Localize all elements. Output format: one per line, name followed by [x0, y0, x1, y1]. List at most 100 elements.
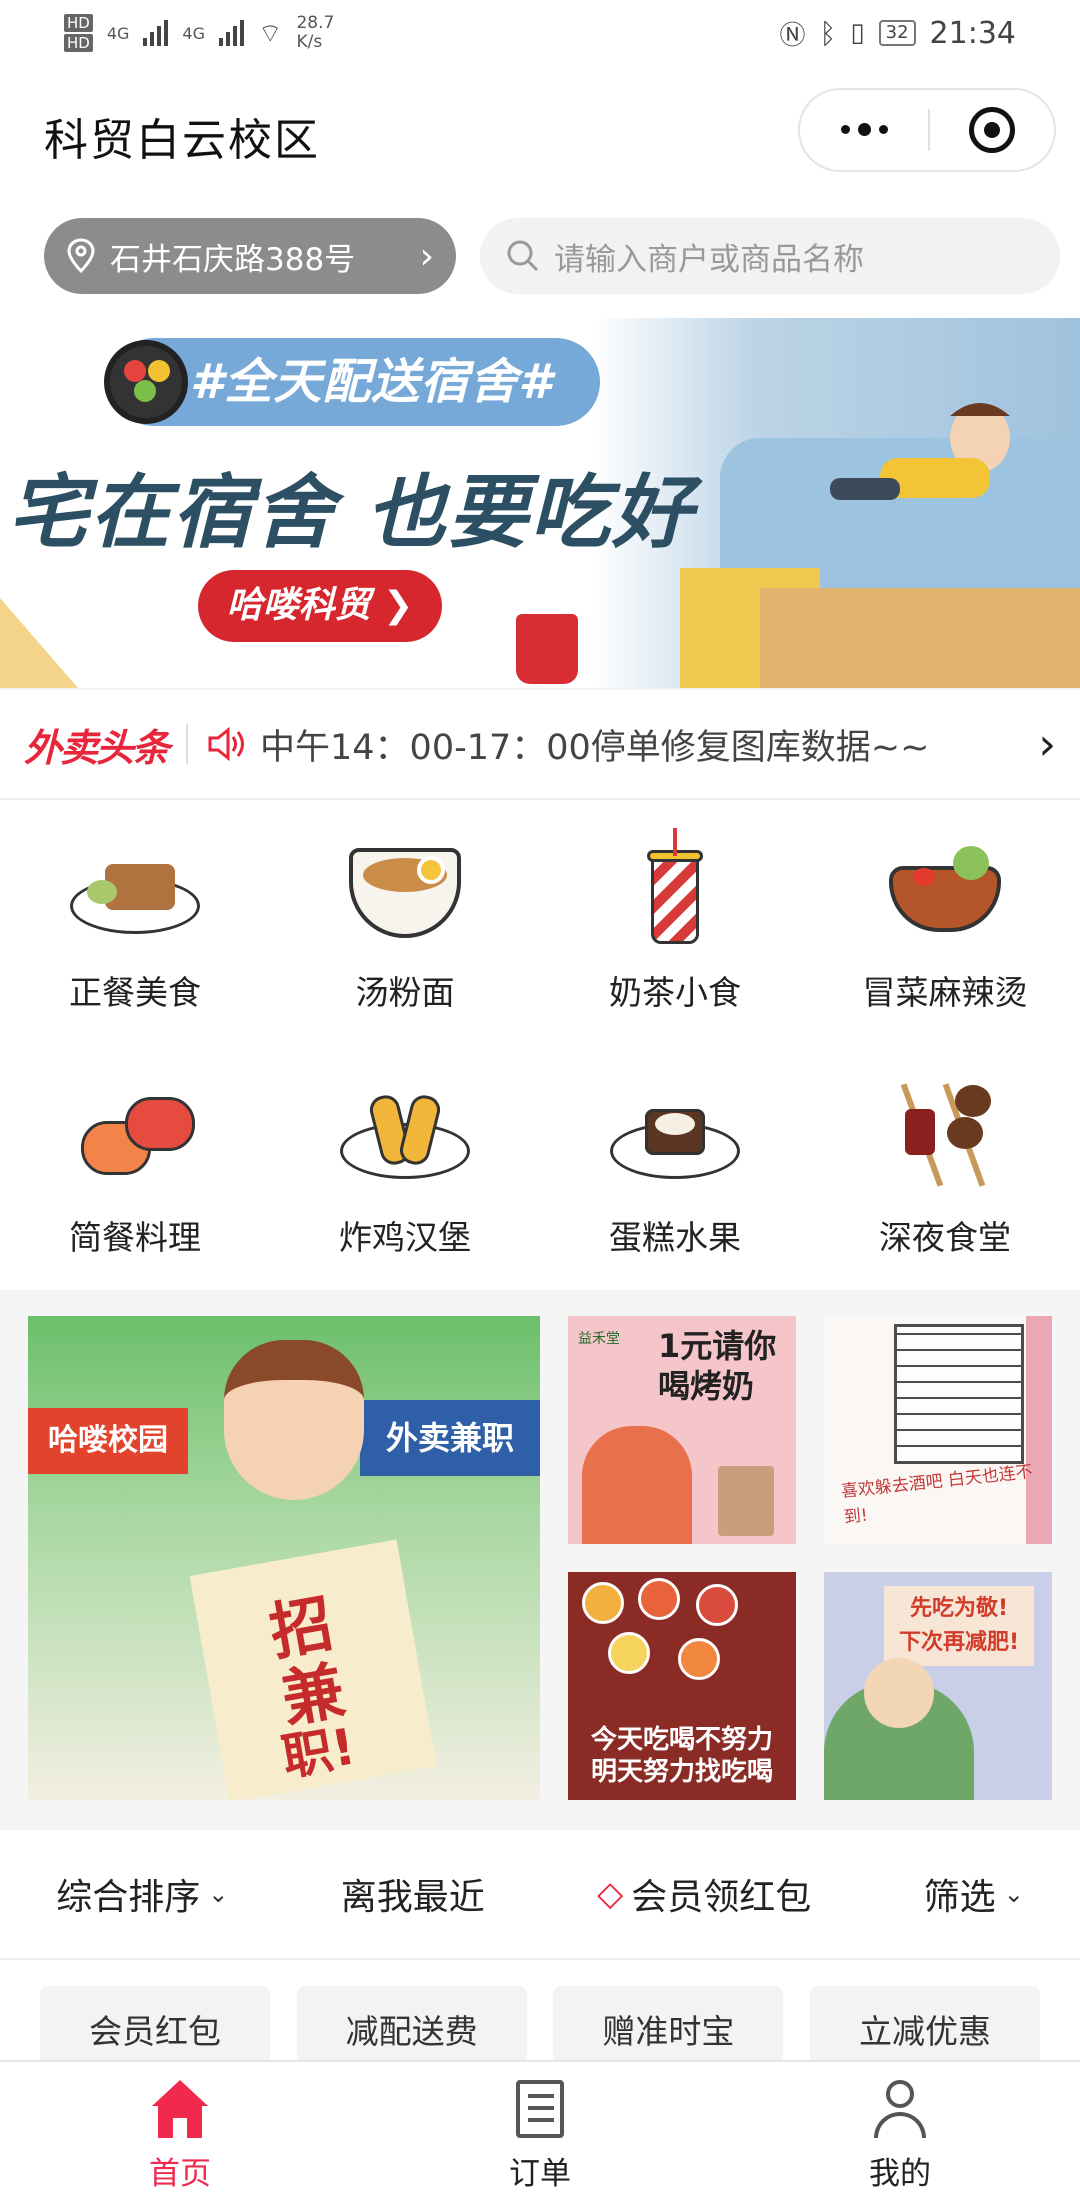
vibrate-icon: ▯	[850, 18, 865, 48]
tag-instant-discount[interactable]: 立减优惠	[809, 1986, 1040, 2066]
category-label: 奶茶小食	[609, 973, 741, 1012]
tag-on-time[interactable]: 赠准时宝	[553, 1986, 784, 2066]
bowl-icon	[104, 340, 188, 424]
user-icon	[868, 2078, 932, 2142]
more-menu-button[interactable]	[800, 122, 928, 136]
woman-illustration	[582, 1426, 692, 1544]
cake-icon	[605, 1073, 745, 1193]
bluetooth-icon: ᛒ	[819, 16, 837, 50]
category-label: 汤粉面	[355, 973, 455, 1012]
chevron-down-icon: ⌄	[1003, 1880, 1024, 1908]
promo-caption: 喜欢躲去酒吧 白天也连不到!	[840, 1461, 1034, 1528]
speaker-icon	[208, 726, 245, 762]
network-speed: 28.7 K/s	[296, 14, 334, 52]
window-illustration	[894, 1324, 1024, 1464]
location-selector[interactable]: 石井石庆路388号 ›	[44, 218, 456, 294]
hero-banner[interactable]: #全天配送宿舍# 宅在宿舍 也要吃好 哈喽科贸 ❯	[0, 318, 1080, 688]
tab-bar: 首页 订单 我的	[0, 2060, 1080, 2204]
clock: 21:34	[929, 15, 1016, 51]
recruit-paper: 招 兼 职!	[189, 1539, 437, 1800]
dish-illustration	[582, 1582, 624, 1624]
category-label: 深夜食堂	[879, 1218, 1011, 1257]
dish-illustration	[638, 1578, 680, 1620]
sushi-icon	[65, 1073, 205, 1193]
status-left: HD HD 4G 4G ⌔ 28.7 K/s	[64, 14, 334, 52]
filter-button[interactable]: 筛选 ⌄	[924, 1868, 1024, 1920]
dish-illustration	[678, 1638, 720, 1680]
category-label: 冒菜麻辣烫	[862, 973, 1028, 1012]
fried-chicken-icon	[335, 1073, 475, 1193]
location-pin-icon	[67, 238, 95, 274]
speed-value: 28.7	[296, 13, 335, 33]
promo-window[interactable]: 喜欢躲去酒吧 白天也连不到!	[824, 1316, 1052, 1544]
table-illustration	[760, 588, 1080, 688]
more-dot-icon	[840, 124, 850, 134]
news-ticker[interactable]: 外卖头条 中午14：00-17：00停单修复图库数据~~ ›	[0, 688, 1080, 800]
milk-tea-cup-icon	[605, 828, 745, 948]
tab-label: 首页	[149, 2156, 211, 2192]
category-label: 简餐料理	[69, 1218, 201, 1257]
network-type-1: 4G	[106, 23, 130, 43]
order-list-icon	[508, 2078, 572, 2142]
promo-eat-first[interactable]: 先吃为敬! 下次再减肥!	[824, 1572, 1052, 1800]
category-item[interactable]: 简餐料理	[0, 1045, 270, 1290]
category-item[interactable]: 深夜食堂	[810, 1045, 1080, 1290]
banner-headline: 宅在宿舍 也要吃好	[8, 466, 694, 559]
promo-right-sign: 外卖兼职	[360, 1400, 540, 1476]
promo-left-sign: 哈喽校园	[28, 1408, 188, 1474]
category-item[interactable]: 炸鸡汉堡	[270, 1045, 540, 1290]
spicy-pot-icon	[875, 828, 1015, 948]
more-dot-icon	[857, 122, 871, 136]
chevron-right-icon[interactable]: ›	[1038, 719, 1056, 770]
search-icon	[507, 240, 539, 272]
hd-label-1: HD	[64, 14, 93, 32]
category-item[interactable]: 蛋糕水果	[540, 1045, 810, 1290]
chevron-down-icon: ⌄	[208, 1880, 229, 1908]
member-red-packet[interactable]: ◇ 会员领红包	[597, 1868, 811, 1920]
promo-sign-line-1: 先吃为敬!	[909, 1596, 1009, 1621]
filter-tags: 会员红包 减配送费 赠准时宝 立减优惠	[0, 1962, 1080, 2066]
status-right: Ⓝ ᛒ ▯ 32 21:34	[779, 15, 1016, 52]
speed-unit: K/s	[296, 32, 323, 52]
dish-illustration	[696, 1584, 738, 1626]
man-head-illustration	[864, 1658, 934, 1728]
tab-profile[interactable]: 我的	[720, 2062, 1080, 2204]
location-address: 石井石庆路388号	[110, 241, 356, 278]
home-icon	[148, 2078, 212, 2142]
signal-icon-2	[219, 20, 244, 46]
category-item[interactable]: 汤粉面	[270, 800, 540, 1045]
promo-recruit-banner[interactable]: 哈喽校园 外卖兼职 招 兼 职!	[28, 1316, 540, 1800]
category-item[interactable]: 冒菜麻辣烫	[810, 800, 1080, 1045]
more-dot-icon	[878, 124, 888, 134]
promo-eat-drink[interactable]: 今天吃喝不努力 明天努力找吃喝	[568, 1572, 796, 1800]
drink-cup-illustration	[516, 614, 578, 684]
category-label: 蛋糕水果	[609, 1218, 741, 1257]
promo-section: 哈喽校园 外卖兼职 招 兼 职! 益禾堂 1元请你喝烤奶 喜欢躲去酒吧 白天也连…	[0, 1290, 1080, 1830]
tab-orders[interactable]: 订单	[360, 2062, 720, 2204]
wifi-icon: ⌔	[258, 18, 283, 49]
search-input[interactable]: 请输入商户或商品名称	[480, 218, 1060, 294]
category-item[interactable]: 奶茶小食	[540, 800, 810, 1045]
news-logo: 外卖头条	[24, 725, 170, 770]
promo-milk-tea[interactable]: 益禾堂 1元请你喝烤奶	[568, 1316, 796, 1544]
category-label: 正餐美食	[69, 973, 201, 1012]
tab-home[interactable]: 首页	[0, 2062, 360, 2204]
hd-label-2: HD	[64, 34, 93, 52]
sort-label: 综合排序	[56, 1877, 201, 1918]
page-title: 科贸白云校区	[44, 115, 320, 166]
banner-cta-button[interactable]: 哈喽科贸 ❯	[198, 570, 442, 642]
status-bar: HD HD 4G 4G ⌔ 28.7 K/s Ⓝ ᛒ ▯ 32 21:34	[0, 0, 1080, 66]
tab-label: 我的	[869, 2156, 931, 2192]
category-item[interactable]: 正餐美食	[0, 800, 270, 1045]
sort-label: 会员领红包	[631, 1877, 812, 1918]
tag-reduce-delivery[interactable]: 减配送费	[296, 1986, 527, 2066]
target-close-icon	[969, 107, 1015, 153]
search-placeholder: 请输入商户或商品名称	[554, 241, 864, 278]
promo-brand: 益禾堂	[578, 1331, 620, 1347]
lying-person-illustration	[830, 403, 1010, 500]
sort-comprehensive[interactable]: 综合排序 ⌄	[56, 1868, 228, 1920]
promo-title: 1元请你喝烤奶	[658, 1327, 777, 1405]
sort-nearest[interactable]: 离我最近	[341, 1868, 485, 1920]
tag-member-packet[interactable]: 会员红包	[40, 1986, 270, 2066]
close-miniprogram-button[interactable]	[930, 107, 1054, 153]
